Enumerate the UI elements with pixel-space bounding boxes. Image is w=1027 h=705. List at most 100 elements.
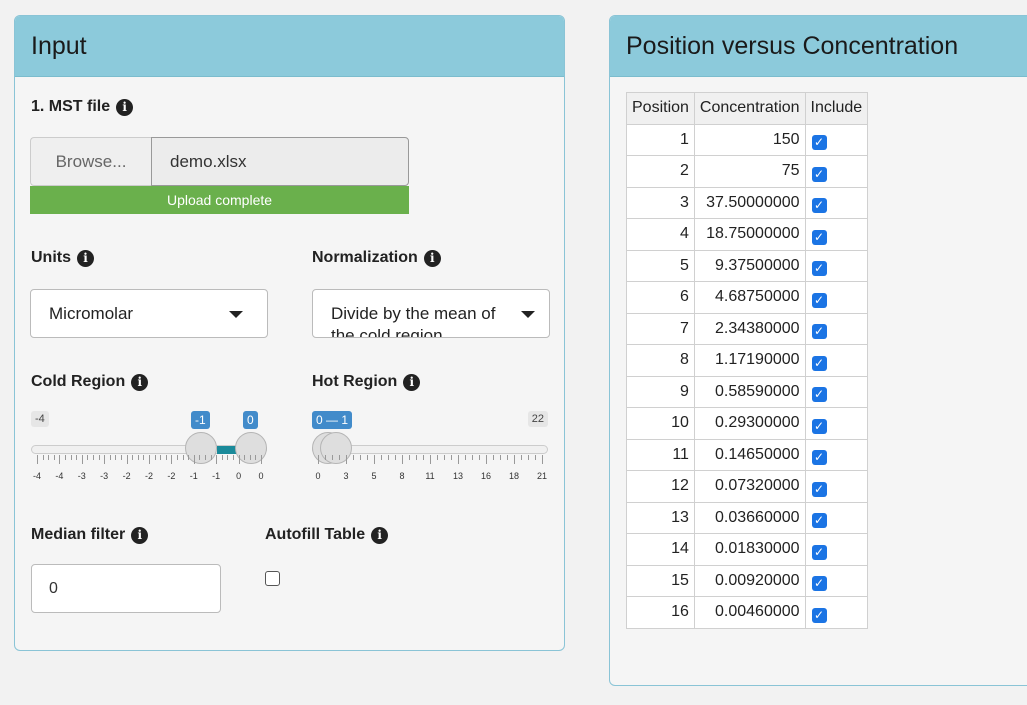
concentration-cell[interactable]: 0.00920000 xyxy=(693,564,806,597)
concentration-cell[interactable]: 1.17190000 xyxy=(693,344,806,377)
concentration-cell[interactable]: 0.07320000 xyxy=(693,470,806,503)
include-checkbox[interactable]: ✓ xyxy=(811,513,827,529)
concentration-cell[interactable]: 18.75000000 xyxy=(693,218,806,251)
position-cell[interactable]: 15 xyxy=(626,564,695,597)
include-cell: ✓ xyxy=(804,375,869,408)
units-select[interactable]: Micromolar xyxy=(30,289,268,338)
include-checkbox[interactable]: ✓ xyxy=(811,261,827,277)
concentration-cell[interactable]: 2.34380000 xyxy=(693,312,806,345)
caret-down-icon xyxy=(521,311,535,318)
slider-tick xyxy=(165,455,167,460)
position-cell[interactable]: 3 xyxy=(626,186,695,219)
include-cell: ✓ xyxy=(804,533,869,566)
concentration-cell[interactable]: 0.58590000 xyxy=(693,375,806,408)
slider-tick xyxy=(479,455,480,460)
table-panel-title: Position versus Concentration xyxy=(610,16,1027,77)
position-cell[interactable]: 13 xyxy=(626,501,695,534)
hot-region-label: Hot Region i xyxy=(312,373,421,391)
file-input[interactable]: Browse... demo.xlsx xyxy=(30,137,409,186)
position-cell[interactable]: 12 xyxy=(626,470,695,503)
slider-tick xyxy=(332,455,333,460)
include-checkbox[interactable]: ✓ xyxy=(811,135,827,151)
slider-tick-label: 5 xyxy=(371,471,377,481)
include-checkbox[interactable]: ✓ xyxy=(811,418,827,434)
slider-tick-label: -4 xyxy=(32,471,42,481)
slider-tick xyxy=(451,455,452,460)
info-icon[interactable]: i xyxy=(371,526,389,544)
info-icon[interactable]: i xyxy=(131,373,149,391)
concentration-table: Position Concentration Include 1 150 ✓ 2 75 ✓… xyxy=(626,92,869,629)
include-checkbox[interactable]: ✓ xyxy=(811,576,827,592)
info-icon[interactable]: i xyxy=(403,373,421,391)
hot-region-slider[interactable]: 0 — 1 22 0 3 5 8 11 13 16 18 21 xyxy=(312,411,548,491)
position-cell[interactable]: 14 xyxy=(626,533,695,566)
slider-tick xyxy=(465,455,466,460)
include-cell: ✓ xyxy=(804,249,869,282)
include-checkbox[interactable]: ✓ xyxy=(811,387,827,403)
table-body: 1 150 ✓ 2 75 ✓ 3 37.50000000 ✓ 4 18.75000000 ✓ 5 9.37… xyxy=(626,123,869,629)
cold-region-slider[interactable]: -4 -1 0 -4 -4 -3 -3 -2 -2 -2 -1 -1 0 0 xyxy=(31,411,267,491)
include-cell: ✓ xyxy=(804,218,869,251)
include-cell: ✓ xyxy=(804,438,869,471)
slider-tick xyxy=(416,455,417,460)
normalization-label: Normalization i xyxy=(312,249,441,267)
slider-tick xyxy=(318,455,319,464)
position-cell[interactable]: 1 xyxy=(626,123,695,156)
info-icon[interactable]: i xyxy=(131,526,149,544)
slider-tick-label: 11 xyxy=(425,471,435,481)
concentration-cell[interactable]: 0.03660000 xyxy=(693,501,806,534)
slider-tick xyxy=(437,455,438,460)
table-row: 6 4.68750000 ✓ xyxy=(626,281,869,314)
include-checkbox[interactable]: ✓ xyxy=(811,166,827,182)
position-cell[interactable]: 10 xyxy=(626,407,695,440)
info-icon[interactable]: i xyxy=(423,249,441,267)
slider-tick xyxy=(65,455,66,460)
include-checkbox[interactable]: ✓ xyxy=(811,229,827,245)
include-checkbox[interactable]: ✓ xyxy=(811,481,827,497)
slider-tick xyxy=(104,455,106,464)
autofill-table-checkbox[interactable] xyxy=(265,571,280,586)
position-cell[interactable]: 16 xyxy=(626,596,695,629)
info-icon[interactable]: i xyxy=(77,249,94,267)
median-filter-input[interactable]: 0 xyxy=(31,564,221,613)
browse-button[interactable]: Browse... xyxy=(30,137,151,186)
slider-tick-label: 8 xyxy=(399,471,405,481)
position-cell[interactable]: 5 xyxy=(626,249,695,282)
concentration-cell[interactable]: 0.00460000 xyxy=(693,596,806,629)
slider-tick-label: 0 xyxy=(236,471,242,481)
concentration-cell[interactable]: 0.01830000 xyxy=(693,533,806,566)
position-cell[interactable]: 11 xyxy=(626,438,695,471)
include-checkbox[interactable]: ✓ xyxy=(811,292,827,308)
column-header: Include xyxy=(804,92,869,125)
slider-tick xyxy=(87,455,89,460)
slider-tick xyxy=(160,455,162,460)
slider-tick xyxy=(98,455,100,460)
include-checkbox[interactable]: ✓ xyxy=(811,324,827,340)
include-checkbox[interactable]: ✓ xyxy=(811,544,827,560)
concentration-cell[interactable]: 9.37500000 xyxy=(693,249,806,282)
concentration-cell[interactable]: 0.14650000 xyxy=(693,438,806,471)
concentration-cell[interactable]: 0.29300000 xyxy=(693,407,806,440)
concentration-cell[interactable]: 4.68750000 xyxy=(693,281,806,314)
slider-tick xyxy=(255,455,257,460)
normalization-select[interactable]: Divide by the mean of the cold region xyxy=(312,289,550,338)
concentration-cell[interactable]: 75 xyxy=(693,155,806,188)
file-name-field[interactable]: demo.xlsx xyxy=(151,137,409,186)
concentration-cell[interactable]: 150 xyxy=(693,123,806,156)
position-cell[interactable]: 7 xyxy=(626,312,695,345)
position-cell[interactable]: 4 xyxy=(626,218,695,251)
position-cell[interactable]: 9 xyxy=(626,375,695,408)
position-cell[interactable]: 8 xyxy=(626,344,695,377)
include-checkbox[interactable]: ✓ xyxy=(811,607,827,623)
concentration-cell[interactable]: 37.50000000 xyxy=(693,186,806,219)
slider-tick xyxy=(171,455,173,464)
include-checkbox[interactable]: ✓ xyxy=(811,355,827,371)
position-cell[interactable]: 2 xyxy=(626,155,695,188)
include-checkbox[interactable]: ✓ xyxy=(811,198,827,214)
include-cell: ✓ xyxy=(804,564,869,597)
slider-tick xyxy=(353,455,354,460)
position-cell[interactable]: 6 xyxy=(626,281,695,314)
info-icon[interactable]: i xyxy=(116,98,134,116)
include-checkbox[interactable]: ✓ xyxy=(811,450,827,466)
slider-tick-label: -1 xyxy=(212,471,221,481)
